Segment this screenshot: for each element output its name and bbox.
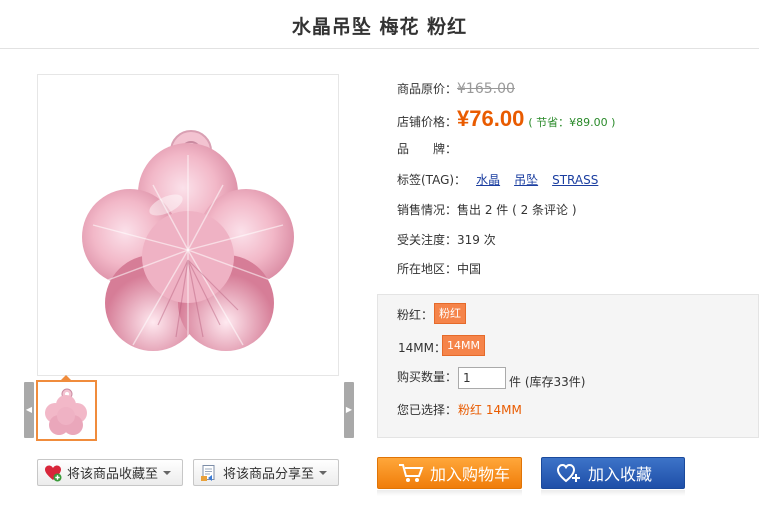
- quantity-input[interactable]: [458, 367, 506, 389]
- tags-row: 标签(TAG)： 水晶 吊坠 STRASS: [397, 171, 602, 188]
- brand-row: 品 牌：: [397, 140, 457, 157]
- size-option-chip[interactable]: 14MM: [442, 335, 485, 356]
- sales-row: 销售情况：售出 2 件 ( 2 条评论 ): [397, 201, 577, 218]
- tag-link-strass[interactable]: STRASS: [552, 173, 598, 187]
- sales-label: 销售情况：: [397, 203, 458, 217]
- thumb-next-button[interactable]: ▶: [344, 382, 354, 438]
- fav-button-shadow: [541, 490, 685, 496]
- color-option-label: 粉红：: [397, 308, 434, 322]
- collect-to-label: 将该商品收藏至: [67, 467, 159, 482]
- shop-price-row: 店铺价格：¥76.00( 节省：¥89.00 ): [397, 106, 615, 132]
- share-to-label: 将该商品分享至: [223, 467, 315, 482]
- chevron-down-icon: [319, 470, 328, 475]
- shopping-cart-icon: [399, 464, 424, 482]
- brand-label: 品 牌：: [397, 142, 458, 156]
- attention-row: 受关注度：319 次: [397, 231, 496, 248]
- original-price: ¥165.00: [457, 81, 515, 97]
- size-option-label: 14MM：: [398, 341, 446, 355]
- shop-price-label: 店铺价格：: [397, 115, 458, 129]
- region-label: 所在地区：: [397, 262, 458, 276]
- main-product-image[interactable]: [37, 74, 339, 376]
- tag-link-crystal[interactable]: 水晶: [476, 173, 500, 187]
- shop-price: ¥76.00: [457, 106, 525, 131]
- sales-value: 售出 2 件 ( 2 条评论 ): [457, 203, 577, 217]
- color-option-chip[interactable]: 粉红: [434, 303, 466, 324]
- share-to-button[interactable]: 将该商品分享至: [193, 459, 339, 486]
- add-to-favorites-label: 加入收藏: [588, 465, 653, 484]
- stock-note: 件 (库存33件): [509, 375, 586, 389]
- tag-link-pendant[interactable]: 吊坠: [514, 173, 538, 187]
- title-divider: [0, 48, 759, 49]
- tags-label: 标签(TAG)：: [397, 173, 467, 187]
- collect-to-button[interactable]: 将该商品收藏至: [37, 459, 183, 486]
- quantity-label: 购买数量：: [397, 370, 458, 384]
- chevron-left-icon: ◀: [25, 405, 33, 414]
- add-to-cart-label: 加入购物车: [430, 465, 511, 484]
- add-to-favorites-button[interactable]: 加入收藏: [541, 457, 685, 489]
- original-price-row: 商品原价：¥165.00: [397, 80, 515, 97]
- chevron-right-icon: ▶: [345, 405, 353, 414]
- heart-plus-icon: [556, 463, 580, 483]
- region-value: 中国: [457, 262, 482, 276]
- selected-value: 粉红 14MM: [458, 403, 522, 417]
- add-to-cart-button[interactable]: 加入购物车: [377, 457, 522, 489]
- thumbnail-item[interactable]: [36, 380, 97, 441]
- heart-add-icon: [45, 465, 62, 481]
- selected-label: 您已选择：: [397, 403, 458, 417]
- product-title: 水晶吊坠 梅花 粉红: [291, 16, 468, 38]
- share-page-icon: [201, 464, 215, 481]
- thumbnail-pendant-image: [45, 388, 87, 435]
- saving-amount: ( 节省：¥89.00 ): [528, 116, 616, 129]
- flower-pendant-image: [82, 130, 294, 351]
- thumb-prev-button[interactable]: ◀: [24, 382, 34, 438]
- attention-value: 319 次: [457, 233, 496, 247]
- original-price-label: 商品原价：: [397, 82, 458, 96]
- attention-label: 受关注度：: [397, 233, 458, 247]
- chevron-down-icon: [163, 470, 172, 475]
- region-row: 所在地区：中国: [397, 260, 481, 277]
- cart-button-shadow: [377, 490, 522, 496]
